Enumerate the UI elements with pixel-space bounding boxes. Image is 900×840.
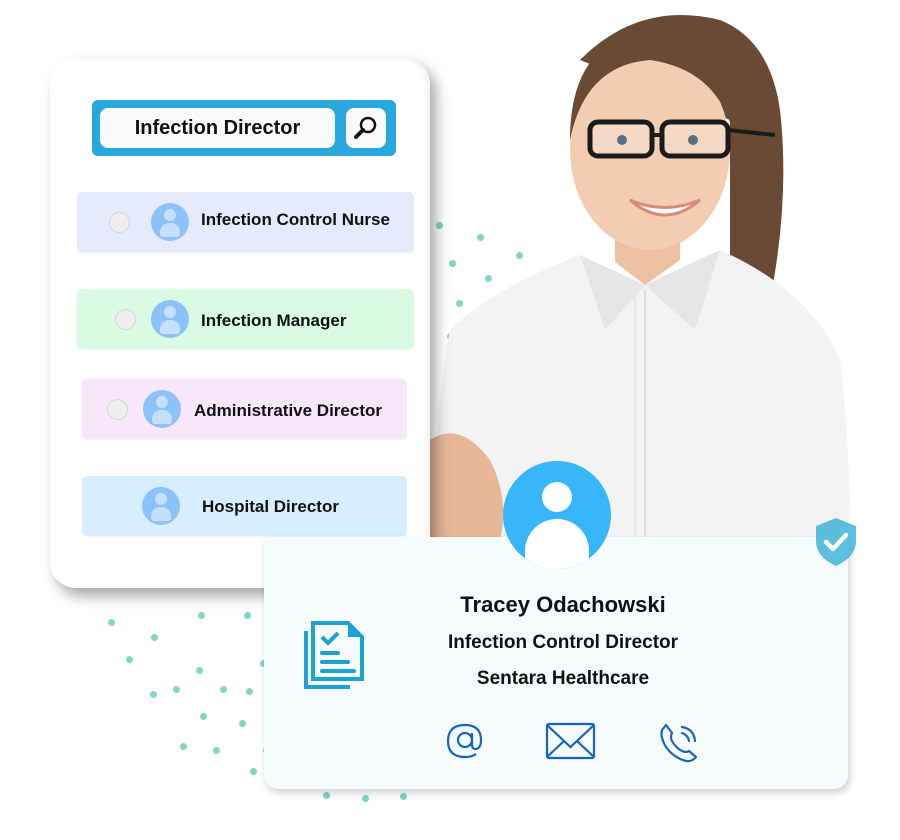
search-button[interactable] (346, 108, 386, 148)
user-avatar-icon (143, 390, 181, 428)
decorative-dot (173, 686, 180, 693)
role-item-infection-control-nurse[interactable]: Infection Control Nurse (77, 192, 414, 252)
role-label: Administrative Director (194, 401, 382, 420)
envelope-icon (545, 722, 596, 760)
role-item-infection-manager[interactable]: Infection Manager (77, 289, 414, 349)
user-avatar-icon (142, 487, 180, 525)
role-item-hospital-director[interactable]: Hospital Director (82, 476, 407, 536)
role-radio[interactable] (109, 212, 130, 233)
search-icon (354, 116, 377, 139)
decorative-dot (220, 686, 227, 693)
decorative-dot (250, 768, 257, 775)
verified-shield-icon (816, 518, 856, 566)
decorative-dot (196, 667, 203, 674)
decorative-dot (150, 691, 157, 698)
decorative-dot (246, 688, 253, 695)
profile-card: Tracey Odachowski Infection Control Dire… (264, 537, 848, 789)
decorative-dot (323, 792, 330, 799)
role-label: Infection Control Nurse (201, 210, 390, 229)
profile-avatar (503, 461, 611, 569)
role-label: Hospital Director (202, 497, 339, 516)
mail-button[interactable] (545, 721, 597, 766)
phone-button[interactable] (658, 721, 700, 768)
at-sign-icon (446, 723, 483, 759)
search-input[interactable] (100, 108, 335, 148)
role-item-administrative-director[interactable]: Administrative Director (82, 379, 407, 439)
person-photo (430, 0, 860, 540)
decorative-dot (239, 720, 246, 727)
user-avatar-icon (151, 300, 189, 338)
profile-title: Infection Control Director (447, 632, 679, 653)
decorative-dot (400, 793, 407, 800)
search-bar (92, 100, 396, 156)
decorative-dot (108, 619, 115, 626)
decorative-dot (200, 713, 207, 720)
decorative-dot (198, 612, 205, 619)
user-avatar-icon (151, 203, 189, 241)
phone-icon (660, 723, 698, 763)
decorative-dot (180, 743, 187, 750)
decorative-dot (244, 612, 251, 619)
role-label: Infection Manager (201, 311, 347, 330)
role-radio[interactable] (115, 309, 136, 330)
email-at-button[interactable] (444, 721, 484, 766)
profile-name: Tracey Odachowski (460, 592, 666, 617)
decorative-dot (151, 634, 158, 641)
role-radio[interactable] (107, 399, 128, 420)
profile-organization: Sentara Healthcare (476, 668, 650, 689)
decorative-dot (126, 656, 133, 663)
decorative-dot (362, 795, 369, 802)
decorative-dot (213, 747, 220, 754)
